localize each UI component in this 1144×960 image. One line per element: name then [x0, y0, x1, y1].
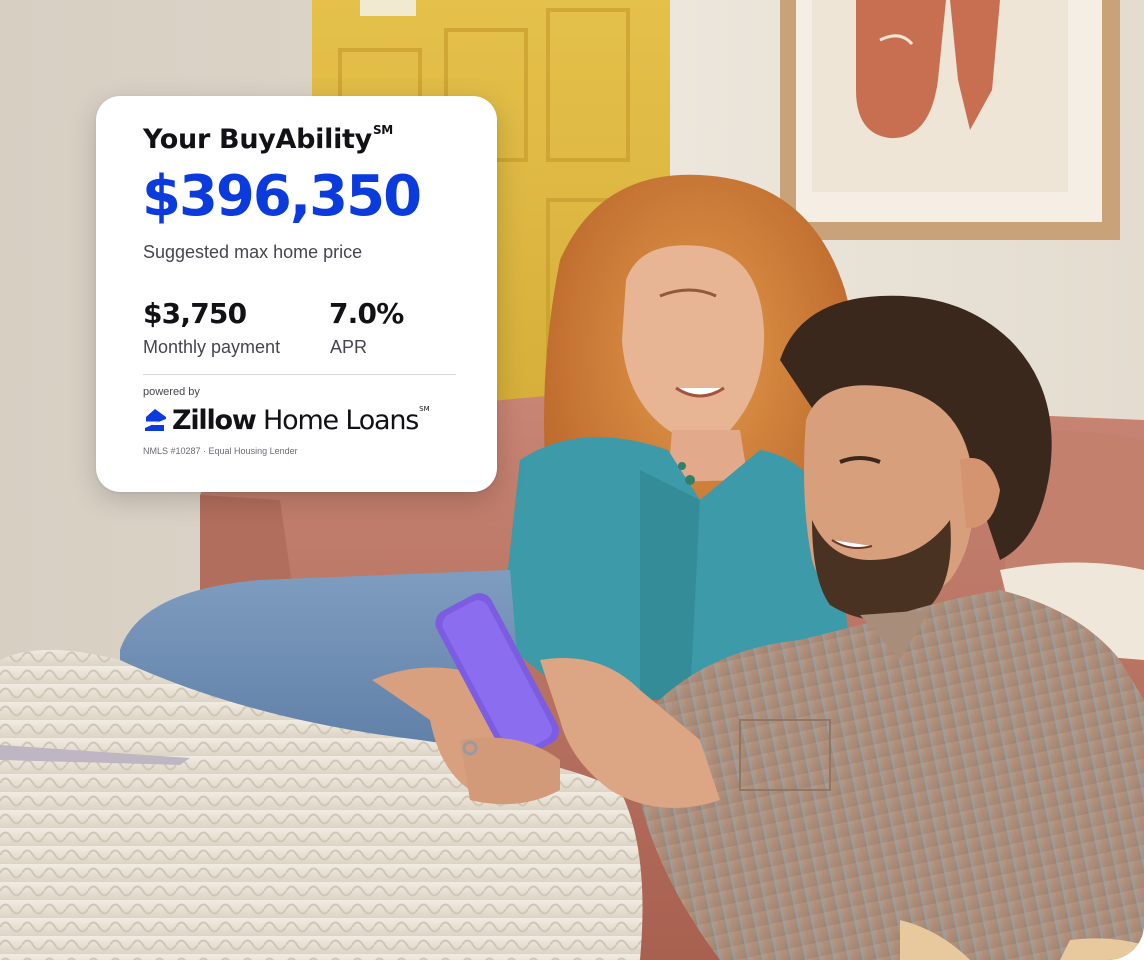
service-mark: SM — [372, 123, 393, 137]
buyability-subtitle: Suggested max home price — [143, 242, 363, 262]
zillow-home-loans-logo: Zillow Home LoansSM — [142, 403, 430, 437]
buyability-amount: $396,350 — [142, 164, 422, 229]
buyability-card: Your BuyAbilitySM $396,350 Suggested max… — [96, 96, 497, 492]
zillow-logo-icon — [145, 409, 166, 431]
apr-label: APR — [330, 337, 368, 357]
monthly-payment-value: $3,750 — [143, 297, 247, 330]
powered-by-label: powered by — [143, 386, 200, 398]
buyability-title: Your BuyAbilitySM — [143, 123, 393, 155]
apr-value: 7.0% — [329, 297, 404, 330]
nmls-disclosure: NMLS #10287 · Equal Housing Lender — [143, 446, 298, 456]
divider — [143, 374, 456, 375]
monthly-payment-label: Monthly payment — [143, 337, 281, 357]
brand-name: Zillow Home LoansSM — [172, 404, 430, 436]
